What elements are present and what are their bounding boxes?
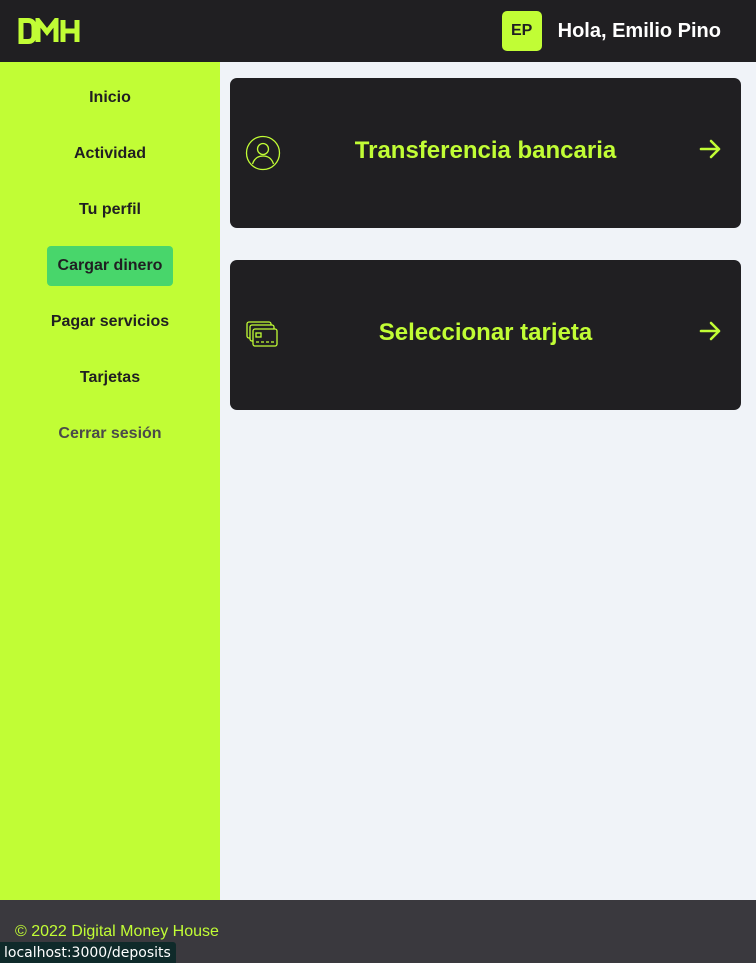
avatar[interactable]: EP — [501, 11, 542, 51]
sidebar-item-label: Tu perfil — [79, 201, 141, 218]
dmh-logo[interactable] — [18, 0, 82, 62]
sidebar-item-label: Cerrar sesión — [58, 425, 162, 442]
card-title: Transferencia bancaria — [354, 137, 617, 164]
user-greeting: Hola, Emilio Pino — [557, 19, 721, 42]
sidebar-item-label: Inicio — [89, 89, 131, 106]
sidebar-item-inicio[interactable]: Inicio — [0, 89, 220, 107]
footer-copyright: © 2022 Digital Money House — [15, 923, 219, 940]
sidebar-item-label: Tarjetas — [79, 369, 141, 386]
sidebar-item-tu-perfil[interactable]: Tu perfil — [0, 201, 220, 219]
card-transferencia-bancaria[interactable]: Transferencia bancaria — [230, 78, 741, 228]
browser-status-url: localhost:3000/deposits — [0, 942, 176, 963]
sidebar-item-tarjetas[interactable]: Tarjetas — [0, 369, 220, 387]
user-menu[interactable]: EP Hola, Emilio Pino — [501, 11, 721, 51]
sidebar-item-cerrar-sesion[interactable]: Cerrar sesión — [0, 425, 220, 443]
sidebar-item-label: Actividad — [73, 145, 146, 162]
sidebar: Inicio Actividad Tu perfil Cargar dinero… — [0, 62, 220, 900]
sidebar-item-pagar-servicios[interactable]: Pagar servicios — [0, 313, 220, 331]
top-header: EP Hola, Emilio Pino — [0, 0, 756, 62]
sidebar-item-label: Pagar servicios — [50, 313, 170, 330]
sidebar-item-label: Cargar dinero — [46, 246, 174, 286]
card-title: Seleccionar tarjeta — [378, 319, 593, 346]
arrow-right-icon — [698, 319, 722, 348]
card-seleccionar-tarjeta[interactable]: Seleccionar tarjeta — [230, 260, 741, 410]
sidebar-item-cargar-dinero[interactable]: Cargar dinero — [0, 246, 220, 286]
arrow-right-icon — [698, 137, 722, 166]
sidebar-item-actividad[interactable]: Actividad — [0, 145, 220, 163]
dmh-logo-icon — [18, 18, 80, 44]
page: EP Hola, Emilio Pino Inicio Actividad Tu… — [0, 0, 756, 963]
